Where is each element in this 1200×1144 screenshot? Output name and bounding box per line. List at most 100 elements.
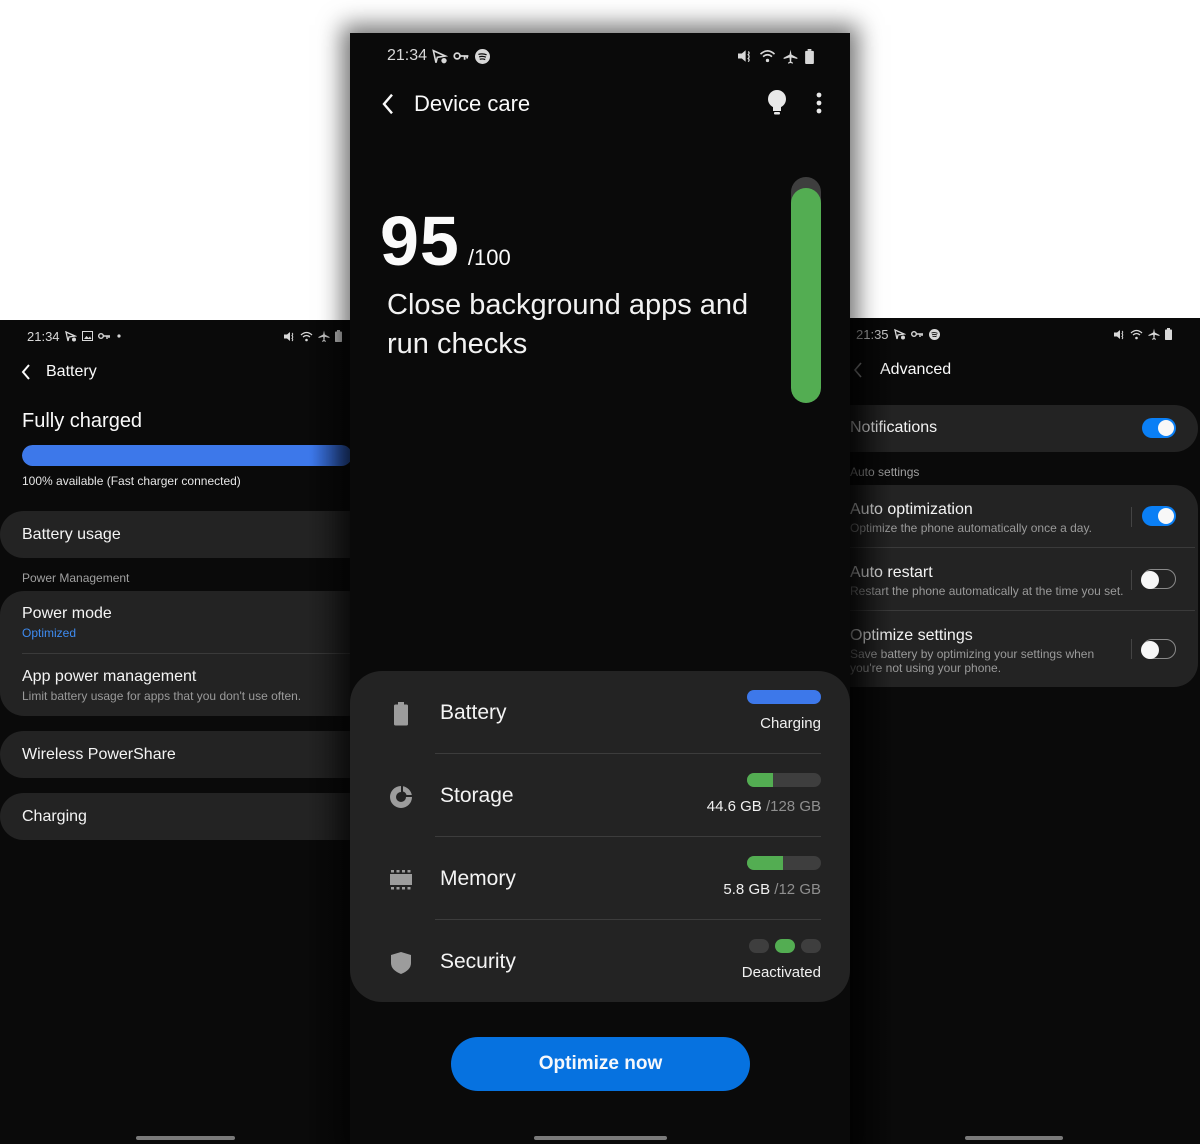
storage-used: 44.6 GB: [706, 798, 762, 815]
spotify-icon: [475, 48, 491, 64]
storage-status: 44.6 GB /128 GB: [707, 773, 821, 815]
wireless-powershare-item[interactable]: Wireless PowerShare: [0, 731, 350, 778]
storage-row[interactable]: Storage 44.6 GB /128 GB: [350, 754, 850, 837]
nfc-check-icon: [432, 48, 449, 64]
status-time: 21:34: [27, 328, 60, 344]
security-row[interactable]: Security Deactivated: [350, 920, 850, 1003]
auto-restart-toggle[interactable]: [1141, 569, 1176, 589]
power-mode-item[interactable]: Power mode Optimized: [0, 591, 350, 654]
mute-icon: [284, 331, 295, 342]
storage-pie-icon: [388, 784, 414, 810]
memory-bar: [747, 856, 821, 870]
battery-bar-fill: [747, 690, 821, 704]
nfc-check-icon: [64, 330, 77, 342]
battery-screen: 21:34 Battery Fully charged 100% availab…: [0, 320, 350, 1144]
screen-title: Advanced: [880, 361, 952, 378]
more-options-icon[interactable]: [816, 92, 822, 114]
battery-level-bar: [22, 445, 350, 466]
auto-settings-card: Auto optimization Optimize the phone aut…: [850, 485, 1198, 687]
charging-item[interactable]: Charging: [0, 793, 350, 840]
screen-title: Device care: [414, 91, 531, 116]
battery-level-fill: [22, 445, 350, 466]
shield-icon: [388, 950, 414, 976]
memory-status: 5.8 GB /12 GB: [723, 856, 821, 898]
device-care-screen: 21:34 Device care 95 /100 Close backgrou…: [350, 33, 850, 1144]
storage-bar: [747, 773, 821, 787]
score-value: 95: [380, 202, 460, 280]
notifications-card[interactable]: Notifications: [850, 405, 1198, 452]
security-status-text: Deactivated: [741, 964, 821, 981]
battery-status: Charging: [747, 690, 821, 732]
toggle-knob: [1158, 508, 1174, 524]
battery-icon: [805, 48, 814, 64]
storage-total: /128 GB: [765, 798, 821, 815]
memory-used: 5.8 GB: [723, 881, 771, 898]
power-management-card: Power mode Optimized App power managemen…: [0, 591, 350, 716]
memory-label: Memory: [440, 867, 516, 890]
security-dot: [801, 939, 821, 953]
power-mode-title: Power mode: [22, 605, 112, 622]
charge-caption: 100% available (Fast charger connected): [22, 474, 241, 488]
dot-icon: [116, 333, 122, 339]
auto-restart-title: Auto restart: [850, 564, 933, 581]
separator: [1131, 639, 1132, 659]
security-status: Deactivated: [742, 939, 821, 981]
wireless-powershare-card[interactable]: Wireless PowerShare: [0, 731, 350, 778]
security-dot: [749, 939, 769, 953]
separator: [1131, 570, 1132, 590]
status-time: 21:34: [387, 47, 428, 64]
airplane-icon: [1148, 328, 1160, 340]
battery-icon: [1165, 328, 1172, 340]
lightbulb-icon[interactable]: [766, 89, 788, 117]
spotify-icon: [928, 328, 940, 340]
auto-optimization-subtitle: Optimize the phone automatically once a …: [850, 521, 1092, 535]
charging-label: Charging: [22, 807, 87, 825]
optimize-now-button[interactable]: Optimize now: [451, 1037, 750, 1091]
back-arrow-icon[interactable]: [852, 361, 864, 379]
device-score: 95 /100: [380, 201, 511, 281]
optimize-settings-toggle[interactable]: [1141, 639, 1176, 659]
battery-usage-card[interactable]: Battery usage: [0, 511, 350, 558]
battery-icon: [388, 701, 414, 727]
home-indicator[interactable]: [534, 1136, 667, 1140]
score-gauge: [791, 177, 821, 403]
battery-usage-item[interactable]: Battery usage: [0, 511, 350, 558]
auto-optimization-title: Auto optimization: [850, 501, 973, 518]
vpn-key-icon: [910, 330, 924, 338]
home-indicator[interactable]: [136, 1136, 235, 1140]
charging-card[interactable]: Charging: [0, 793, 350, 840]
back-arrow-icon[interactable]: [380, 92, 396, 116]
score-max: /100: [467, 245, 511, 270]
status-bar: 21:34: [0, 326, 350, 346]
app-power-management-title: App power management: [22, 667, 197, 685]
notifications-toggle[interactable]: [1142, 418, 1176, 438]
optimize-settings-item[interactable]: Optimize settings Save battery by optimi…: [850, 611, 1198, 687]
status-bar: 21:35: [850, 324, 1200, 344]
device-care-card: Battery Charging Storage 44.6 GB /128 GB…: [350, 671, 850, 1002]
app-power-management-item[interactable]: App power management Limit battery usage…: [0, 654, 350, 716]
app-bar: Battery: [0, 360, 350, 384]
nfc-check-icon: [893, 328, 906, 340]
wifi-icon: [759, 49, 776, 63]
auto-optimization-item[interactable]: Auto optimization Optimize the phone aut…: [850, 485, 1198, 548]
auto-settings-header: Auto settings: [850, 465, 920, 479]
battery-label: Battery: [440, 701, 507, 724]
home-indicator[interactable]: [965, 1136, 1063, 1140]
score-message: Close background apps and run checks: [387, 289, 749, 360]
mute-icon: [1114, 329, 1125, 340]
memory-usage: 5.8 GB /12 GB: [723, 881, 821, 898]
battery-row[interactable]: Battery Charging: [350, 671, 850, 754]
app-power-management-subtitle: Limit battery usage for apps that you do…: [22, 688, 302, 703]
security-dot: [775, 939, 795, 953]
auto-restart-item[interactable]: Auto restart Restart the phone automatic…: [850, 548, 1198, 611]
memory-chip-icon: [388, 867, 414, 893]
vpn-key-icon: [453, 51, 470, 61]
toggle-knob: [1158, 420, 1174, 436]
memory-row[interactable]: Memory 5.8 GB /12 GB: [350, 837, 850, 920]
auto-optimization-toggle[interactable]: [1142, 506, 1176, 526]
screen-title: Battery: [46, 363, 97, 380]
back-arrow-icon[interactable]: [20, 363, 32, 381]
wifi-icon: [300, 331, 313, 342]
mute-icon: [738, 49, 752, 63]
image-icon: [81, 331, 93, 341]
